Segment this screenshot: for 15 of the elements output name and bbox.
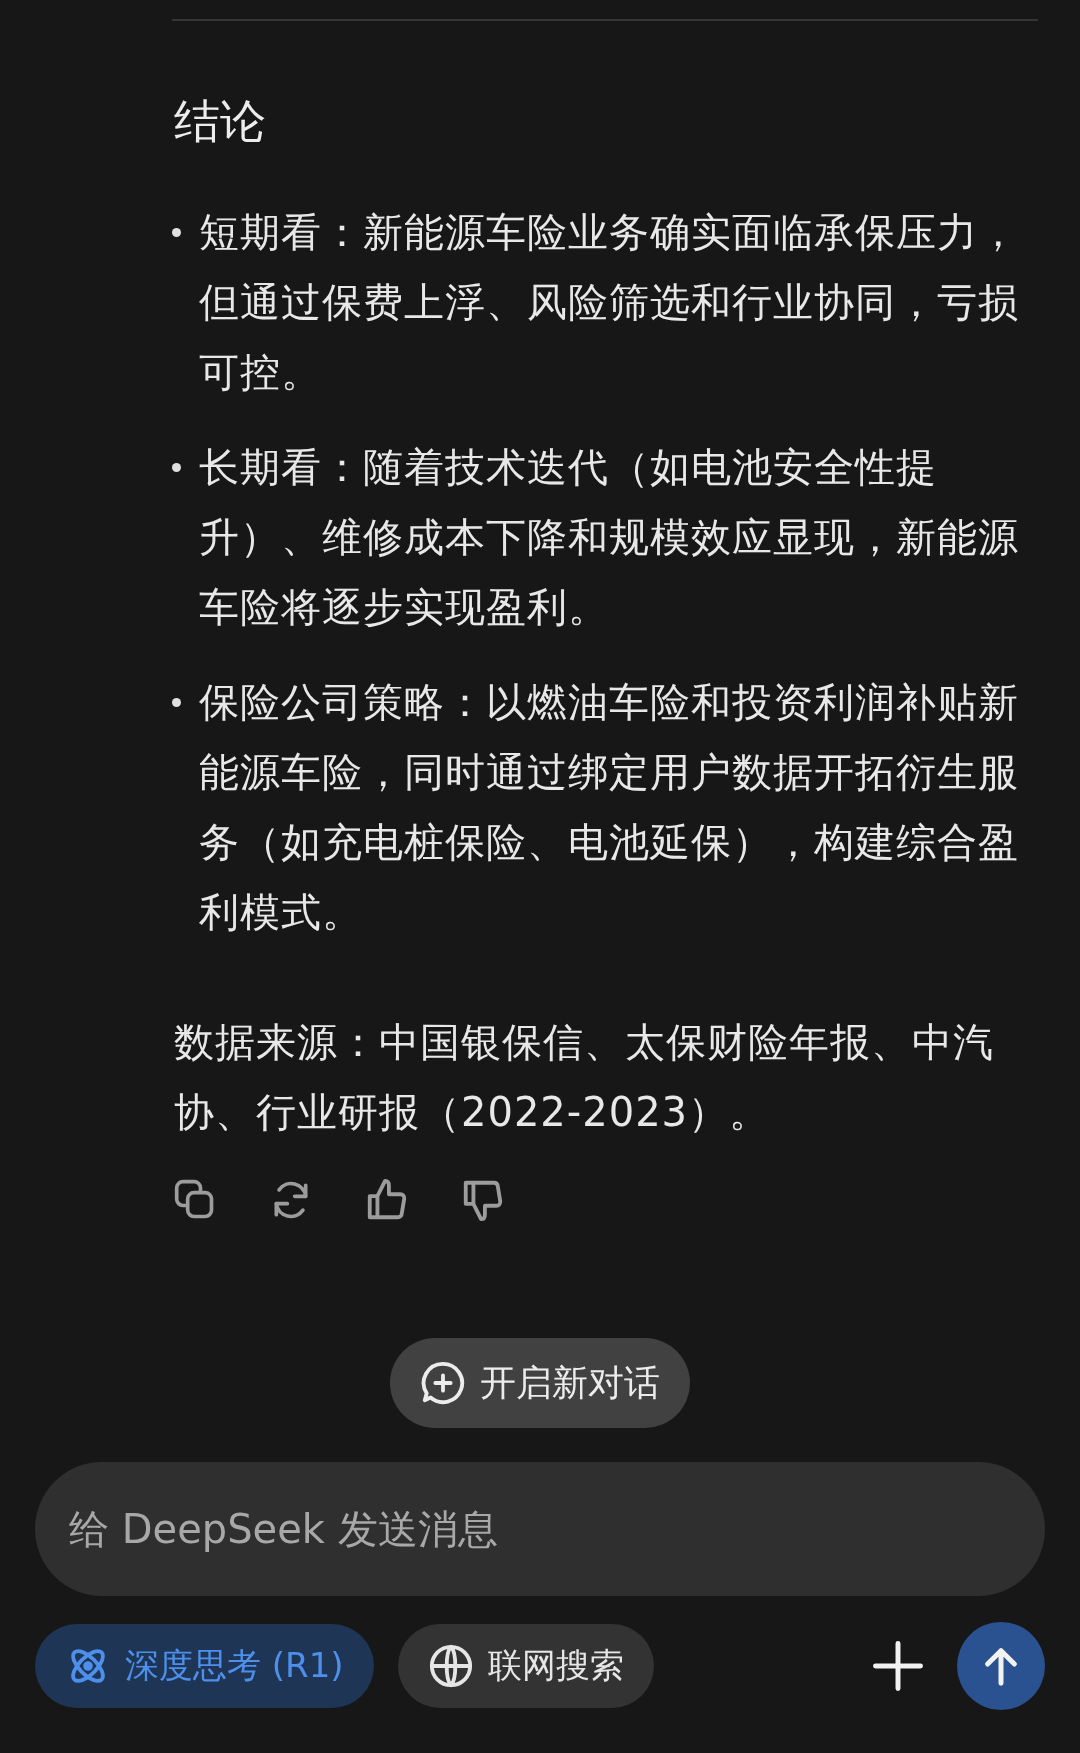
bullet-text: 长期看：随着技术迭代（如电池安全性提升）、维修成本下降和规模效应显现，新能源车险将逐步实现盈利。	[199, 443, 1020, 632]
plus-icon[interactable]	[871, 1639, 925, 1693]
mode-toggle[interactable]: 深度思考 (R1)	[35, 1624, 374, 1708]
bullet-text: 短期看：新能源车险业务确实面临承保压力，但通过保费上浮、风险筛选和行业协同，亏损可控。	[199, 208, 1020, 397]
bullet-text: 保险公司策略：以燃油车险和投资利润补贴新能源车险，同时通过绑定用户数据开拓衍生服务（如充电桩保险、电池延保），构建综合盈利模式。	[199, 678, 1020, 937]
mode-toggle[interactable]: 联网搜索	[397, 1624, 654, 1708]
bullet-dot	[172, 228, 181, 237]
new-chat-button[interactable]: 开启新对话	[390, 1338, 690, 1428]
chat-plus-icon	[420, 1360, 466, 1406]
source-note: 数据来源：中国银保信、太保财险年报、中汽协、行业研报（2022-2023）。	[174, 1018, 995, 1137]
bullet-dot	[172, 698, 181, 707]
section-heading: 结论	[174, 93, 267, 150]
globe-icon	[427, 1643, 474, 1689]
bullet-dot	[172, 463, 181, 472]
message-input[interactable]: 给 DeepSeek 发送消息	[35, 1462, 1045, 1596]
